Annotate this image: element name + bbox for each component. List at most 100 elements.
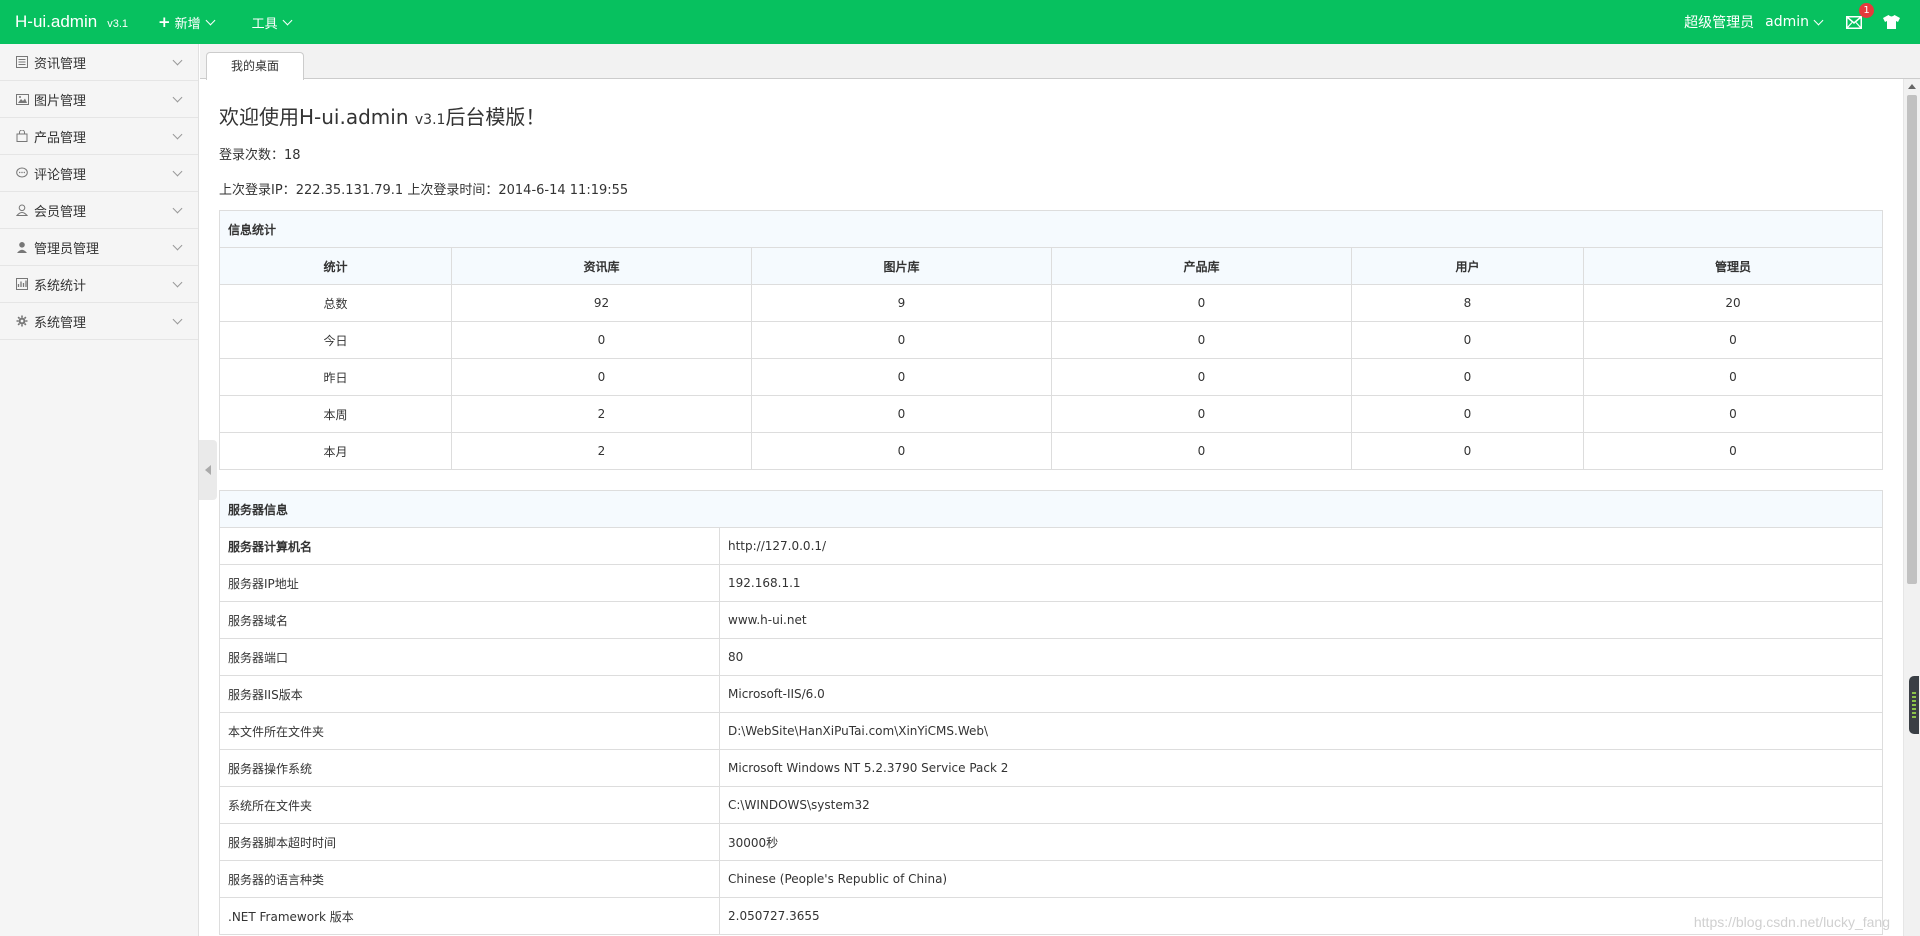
table-row: 服务器脚本超时时间 30000秒 (219, 823, 1883, 861)
nav-tools-label: 工具 (251, 16, 278, 32)
sidebar-item-pictures[interactable]: 图片管理 (0, 81, 198, 118)
sidebar-item-admins[interactable]: 管理员管理 (0, 229, 198, 266)
bag-icon (15, 129, 29, 143)
stats-table-caption: 信息统计 (219, 210, 1883, 248)
admin-icon (15, 240, 29, 254)
table-cell: 本周 (219, 395, 452, 433)
chevron-down-icon (282, 15, 293, 25)
user-name: admin (1765, 14, 1809, 30)
top-nav: + 新增 工具 (158, 13, 329, 32)
table-row: 今日 0 0 0 0 0 (219, 321, 1883, 359)
table-row: .NET Framework 版本 2.050727.3655 (219, 897, 1883, 935)
scroll-up-icon[interactable] (1908, 84, 1916, 89)
column-header: 管理员 (1583, 247, 1883, 285)
table-cell: 0 (451, 358, 752, 396)
table-cell: 0 (1351, 432, 1584, 470)
table-cell: 0 (1051, 432, 1352, 470)
table-cell: 昨日 (219, 358, 452, 396)
table-header-row: 统计 资讯库 图片库 产品库 用户 管理员 (219, 247, 1883, 285)
table-row: 服务器操作系统 Microsoft Windows NT 5.2.3790 Se… (219, 749, 1883, 787)
table-cell: 0 (1583, 395, 1883, 433)
table-cell: 0 (1583, 432, 1883, 470)
welcome-text: 欢迎使用H-ui.admin (219, 105, 409, 129)
main-content: 欢迎使用H-ui.admin v3.1后台模版！ 登录次数：18 上次登录IP：… (200, 79, 1900, 936)
last-login-line: 上次登录IP：222.35.131.79.1 上次登录时间：2014-6-14 … (219, 179, 1900, 198)
comment-icon (15, 166, 29, 180)
scrollbar-thumb[interactable] (1907, 95, 1917, 584)
table-row: 服务器计算机名 http://127.0.0.1/ (219, 527, 1883, 565)
table-cell: 今日 (219, 321, 452, 359)
side-widget-handle[interactable] (1909, 676, 1919, 734)
sidebar-item-label: 资讯管理 (34, 56, 87, 72)
table-row: 服务器域名 www.h-ui.net (219, 601, 1883, 639)
table-caption-row: 服务器信息 (219, 490, 1883, 528)
chevron-down-icon (172, 55, 183, 66)
sidebar-item-news[interactable]: 资讯管理 (0, 44, 198, 81)
chevron-down-icon (172, 166, 183, 177)
page-title: 欢迎使用H-ui.admin v3.1后台模版！ (219, 101, 1900, 130)
table-cell: 0 (451, 321, 752, 359)
table-row: 服务器端口 80 (219, 638, 1883, 676)
user-role: 超级管理员 (1684, 15, 1755, 31)
table-cell-key: 服务器计算机名 (219, 527, 720, 565)
table-row: 服务器IP地址 192.168.1.1 (219, 564, 1883, 602)
table-cell: 0 (1351, 321, 1584, 359)
last-time-label: 上次登录时间： (407, 183, 499, 198)
sidebar-item-products[interactable]: 产品管理 (0, 118, 198, 155)
table-row: 本月 2 0 0 0 0 (219, 432, 1883, 470)
table-row: 服务器的语言种类 Chinese (People's Republic of C… (219, 860, 1883, 898)
user-menu[interactable]: admin (1765, 14, 1824, 30)
table-cell: 0 (1351, 395, 1584, 433)
table-cell: 本月 (219, 432, 452, 470)
tab-my-desktop[interactable]: 我的桌面 (206, 52, 305, 80)
table-row: 总数 92 9 0 8 20 (219, 284, 1883, 322)
table-cell: 0 (751, 321, 1052, 359)
vertical-scrollbar[interactable] (1903, 79, 1920, 936)
table-cell: 0 (1051, 284, 1352, 322)
table-cell: 0 (1051, 358, 1352, 396)
chevron-down-icon (205, 15, 216, 25)
sidebar-item-label: 系统统计 (34, 278, 87, 294)
sidebar-item-comments[interactable]: 评论管理 (0, 155, 198, 192)
table-cell-value: Microsoft-IIS/6.0 (719, 675, 1883, 713)
table-cell-key: 服务器IP地址 (219, 564, 720, 602)
logo-text[interactable]: H-ui.admin (15, 12, 97, 32)
sidebar-item-statistics[interactable]: 系统统计 (0, 266, 198, 303)
table-cell: 0 (1351, 358, 1584, 396)
sidebar-item-label: 会员管理 (34, 204, 87, 220)
nav-add-label: 新增 (174, 16, 201, 32)
gear-icon (15, 314, 29, 328)
message-button[interactable]: 1 (1844, 3, 1874, 32)
table-cell: 0 (751, 358, 1052, 396)
sidebar-item-system[interactable]: 系统管理 (0, 303, 198, 340)
logo[interactable]: H-ui.admin v3.1 (15, 12, 128, 32)
chart-icon (15, 277, 29, 291)
nav-tools-menu[interactable]: 工具 (251, 13, 293, 32)
skin-button[interactable] (1882, 13, 1900, 31)
login-count-label: 登录次数： (219, 148, 285, 163)
nav-add-menu[interactable]: + 新增 (158, 13, 216, 32)
table-cell-value: http://127.0.0.1/ (719, 527, 1883, 565)
table-row: 昨日 0 0 0 0 0 (219, 358, 1883, 396)
header-right: 超级管理员 admin 1 (1684, 0, 1900, 44)
picture-icon (15, 92, 29, 106)
table-cell: 0 (1583, 358, 1883, 396)
login-count-value: 18 (284, 148, 301, 163)
table-cell-key: 服务器的语言种类 (219, 860, 720, 898)
table-cell-key: .NET Framework 版本 (219, 897, 720, 935)
table-cell-key: 服务器脚本超时时间 (219, 823, 720, 861)
sidebar-collapse-toggle[interactable] (199, 440, 217, 500)
member-icon (15, 203, 29, 217)
table-cell-key: 服务器域名 (219, 601, 720, 639)
chevron-down-icon (172, 129, 183, 140)
message-count-badge: 1 (1859, 3, 1874, 18)
sidebar-item-members[interactable]: 会员管理 (0, 192, 198, 229)
chevron-down-icon (172, 203, 183, 214)
sidebar-item-label: 图片管理 (34, 93, 87, 109)
welcome-version: v3.1 (414, 112, 446, 128)
login-count-line: 登录次数：18 (219, 144, 1900, 163)
chevron-down-icon (1813, 15, 1824, 25)
watermark: https://blog.csdn.net/lucky_fang (1693, 914, 1890, 930)
table-cell: 9 (751, 284, 1052, 322)
chevron-down-icon (172, 240, 183, 251)
